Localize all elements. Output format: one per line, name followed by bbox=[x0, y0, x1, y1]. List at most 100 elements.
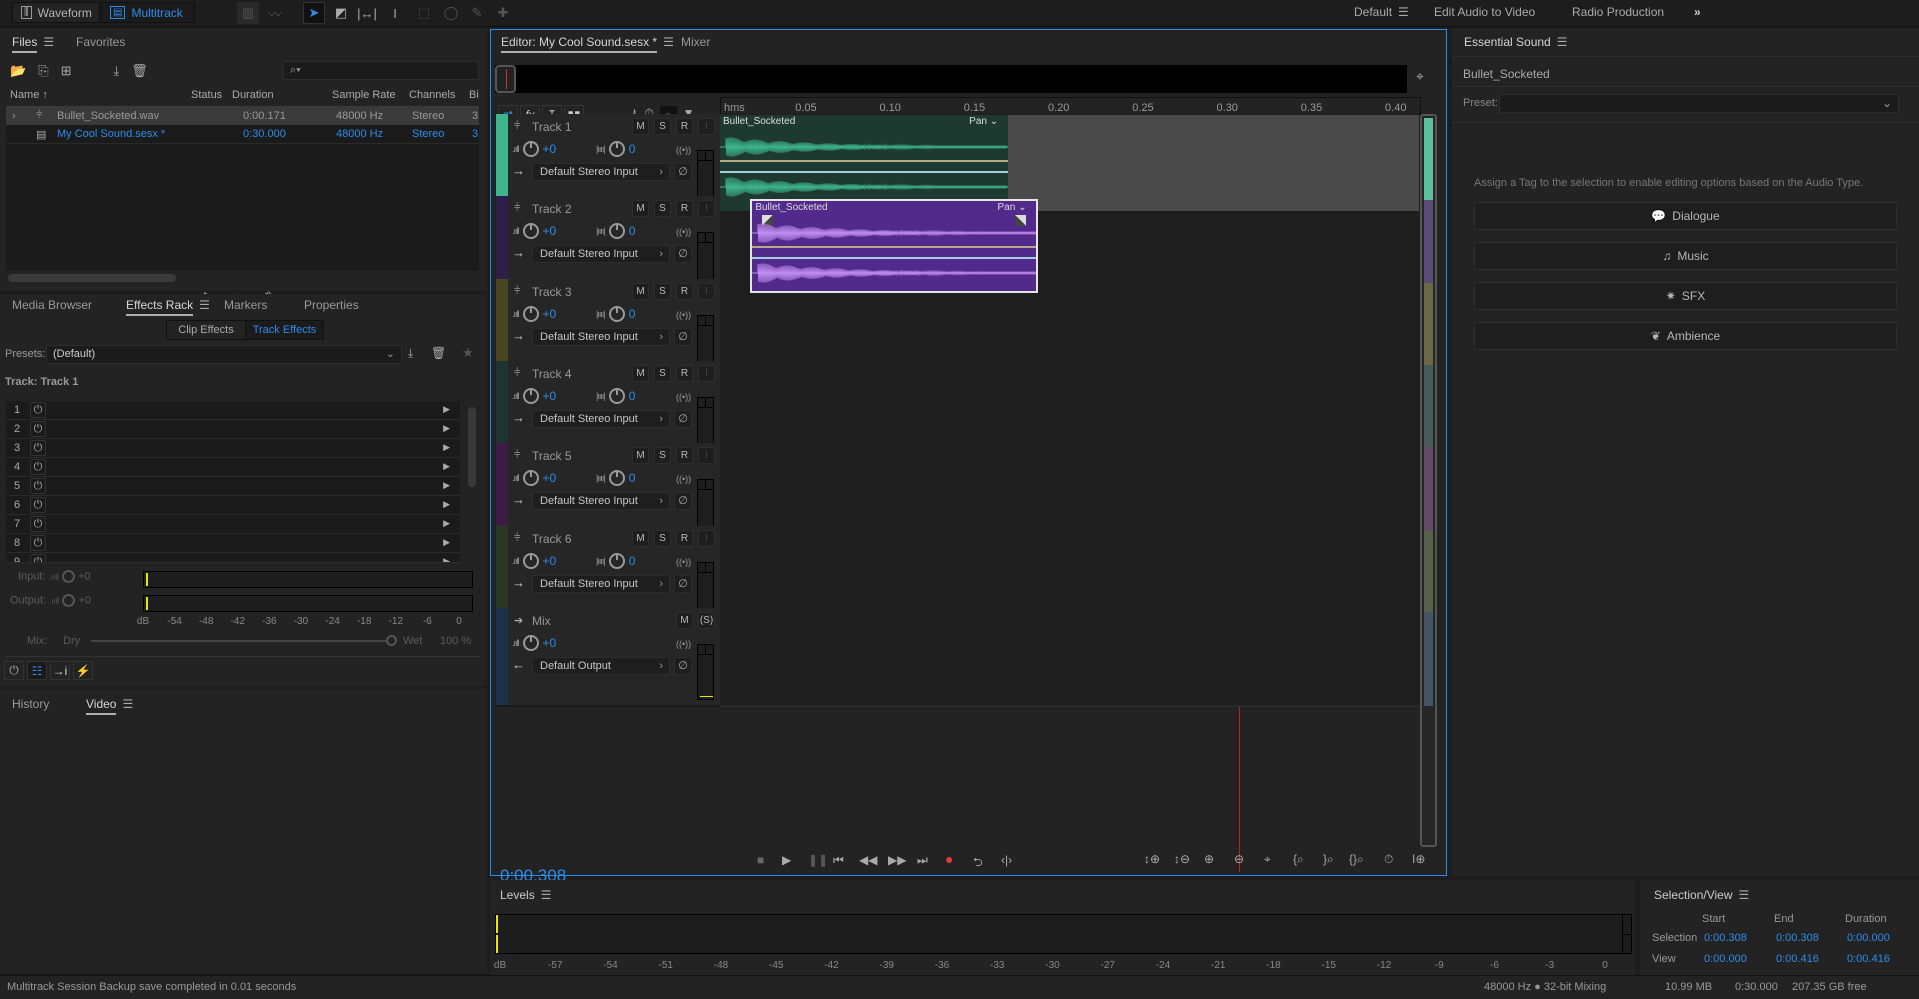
mix-slider-handle[interactable] bbox=[386, 635, 397, 646]
stop-icon[interactable]: ■ bbox=[757, 853, 764, 867]
zoom-out-amplitude-icon[interactable]: ↕⊖ bbox=[1174, 852, 1190, 866]
favorite-star-icon[interactable]: ★ bbox=[462, 345, 474, 361]
effect-slot[interactable]: 7 ⏻ ▶ bbox=[6, 515, 460, 534]
mute-button[interactable]: M bbox=[632, 118, 649, 135]
volume-knob[interactable] bbox=[522, 223, 539, 239]
power-icon[interactable]: ⏻ bbox=[30, 421, 46, 437]
track-name[interactable]: Track 5 bbox=[532, 449, 572, 463]
slip-tool-icon[interactable]: |↔| bbox=[356, 2, 378, 24]
tab-markers[interactable]: Markers bbox=[224, 298, 267, 312]
tab-mixer[interactable]: Mixer bbox=[681, 35, 710, 49]
zoom-out-time-icon[interactable]: ⊖ bbox=[1234, 852, 1244, 866]
waveform-mode-button[interactable]: ⫼ Waveform bbox=[12, 2, 100, 23]
overview-view-handle[interactable] bbox=[495, 65, 516, 93]
power-all-icon[interactable]: ⏻ bbox=[4, 661, 24, 680]
pan-value[interactable]: 0 bbox=[629, 554, 636, 568]
power-icon[interactable]: ⏻ bbox=[30, 497, 46, 513]
input-select[interactable]: Default Stereo Input › bbox=[532, 245, 670, 263]
phase-invert-icon[interactable]: ∅ bbox=[674, 492, 692, 510]
file-row[interactable]: ▤ My Cool Sound.sesx * 0:30.000 48000 Hz… bbox=[6, 125, 479, 144]
track-name[interactable]: Track 2 bbox=[532, 202, 572, 216]
volume-value[interactable]: +0 bbox=[543, 554, 557, 568]
menu-icon[interactable]: ☰ bbox=[43, 35, 54, 49]
show-effects-list-icon[interactable]: ☷ bbox=[27, 661, 47, 680]
track-name[interactable]: Track 1 bbox=[532, 120, 572, 134]
tab-history[interactable]: History bbox=[12, 697, 49, 711]
menu-icon[interactable]: ☰ bbox=[663, 35, 674, 49]
mix-slider[interactable] bbox=[91, 635, 397, 646]
mute-button[interactable]: M bbox=[632, 530, 649, 547]
workspace-radio-production[interactable]: Radio Production bbox=[1572, 5, 1664, 19]
effect-slot[interactable]: 8 ⏻ ▶ bbox=[6, 534, 460, 553]
rewind-icon[interactable]: ◀◀ bbox=[859, 853, 877, 867]
track-lane[interactable] bbox=[720, 608, 1420, 707]
zoom-to-tracks-icon[interactable]: I⊕ bbox=[1412, 852, 1425, 866]
slot-menu-arrow-icon[interactable]: ▶ bbox=[443, 461, 450, 472]
pan-knob[interactable] bbox=[608, 470, 625, 486]
sfx-tag-button[interactable]: ✷ SFX bbox=[1474, 282, 1897, 310]
menu-icon[interactable]: ☰ bbox=[1739, 888, 1750, 902]
pan-knob[interactable] bbox=[608, 223, 625, 239]
volume-value[interactable]: +0 bbox=[543, 471, 557, 485]
effect-slot[interactable]: 1 ⏻ ▶ bbox=[6, 401, 460, 420]
power-icon[interactable]: ⏻ bbox=[30, 535, 46, 551]
column-channels[interactable]: Channels bbox=[409, 89, 455, 101]
tab-properties[interactable]: Properties bbox=[304, 298, 359, 312]
record-arm-button[interactable]: R bbox=[676, 447, 693, 464]
lasso-tool-icon[interactable]: ◯ bbox=[440, 2, 462, 24]
phase-invert-icon[interactable]: ∅ bbox=[674, 410, 692, 428]
slot-menu-arrow-icon[interactable]: ▶ bbox=[443, 480, 450, 491]
pan-value[interactable]: 0 bbox=[629, 389, 636, 403]
column-bits[interactable]: Bi bbox=[469, 89, 479, 101]
power-icon[interactable]: ⏻ bbox=[30, 516, 46, 532]
menu-icon[interactable]: ☰ bbox=[122, 697, 133, 711]
monitor-input-button[interactable]: I bbox=[698, 530, 715, 547]
view-start[interactable]: 0:00.000 bbox=[1704, 953, 1747, 965]
record-arm-button[interactable]: R bbox=[676, 530, 693, 547]
next-icon[interactable]: ⏭ bbox=[917, 853, 928, 868]
input-select[interactable]: Default Stereo Input › bbox=[532, 410, 670, 428]
zoom-in-time-icon[interactable]: ⊕ bbox=[1204, 852, 1214, 866]
fast-forward-icon[interactable]: ▶▶ bbox=[888, 853, 906, 867]
volume-value[interactable]: +0 bbox=[543, 142, 557, 156]
mute-button[interactable]: M bbox=[676, 612, 693, 629]
phase-invert-icon[interactable]: ∅ bbox=[674, 575, 692, 593]
zoom-selection-out-icon[interactable]: }⌕ bbox=[1323, 852, 1334, 867]
solo-button[interactable]: S bbox=[654, 365, 671, 382]
menu-icon[interactable]: ☰ bbox=[1557, 35, 1568, 49]
view-end[interactable]: 0:00.416 bbox=[1776, 953, 1819, 965]
phase-invert-icon[interactable]: ∅ bbox=[674, 163, 692, 181]
phase-invert-icon[interactable]: ∅ bbox=[674, 328, 692, 346]
selection-view-title[interactable]: Selection/View ☰ bbox=[1654, 888, 1749, 902]
zoom-out-full-both-icon[interactable]: ⌖ bbox=[1264, 852, 1271, 867]
column-sample-rate[interactable]: Sample Rate bbox=[332, 89, 396, 101]
pan-value[interactable]: 0 bbox=[629, 142, 636, 156]
view-duration[interactable]: 0:00.416 bbox=[1847, 953, 1890, 965]
tab-video[interactable]: Video ☰ bbox=[86, 697, 133, 715]
clip-effects-tab[interactable]: Clip Effects bbox=[167, 321, 245, 339]
levels-title[interactable]: Levels ☰ bbox=[500, 888, 551, 902]
brush-tool-icon[interactable]: ✎ bbox=[466, 2, 488, 24]
solo-button[interactable]: S bbox=[654, 530, 671, 547]
pan-knob[interactable] bbox=[608, 141, 625, 157]
solo-button[interactable]: (S) bbox=[698, 612, 715, 629]
zoom-out-full-icon[interactable]: ⌖ bbox=[1416, 68, 1424, 85]
menu-icon[interactable]: ☰ bbox=[1398, 5, 1409, 19]
record-arm-button[interactable]: R bbox=[676, 283, 693, 300]
tab-editor[interactable]: Editor: My Cool Sound.sesx * ☰ bbox=[501, 35, 674, 53]
play-icon[interactable]: ▶ bbox=[782, 853, 791, 867]
save-preset-icon[interactable]: ⤓ bbox=[408, 346, 413, 361]
solo-button[interactable]: S bbox=[654, 283, 671, 300]
workspace-default[interactable]: Default ☰ bbox=[1354, 5, 1409, 19]
file-row[interactable]: › ⫩ Bullet_Socketed.wav 0:00.171 48000 H… bbox=[6, 106, 479, 125]
insert-into-multitrack-icon[interactable]: ⤓ bbox=[114, 63, 120, 79]
volume-knob[interactable] bbox=[522, 306, 539, 322]
open-file-icon[interactable]: 📂 bbox=[10, 63, 26, 79]
pause-icon[interactable]: ❚❚ bbox=[808, 853, 828, 867]
monitor-input-button[interactable]: I bbox=[698, 447, 715, 464]
pan-value[interactable]: 0 bbox=[629, 307, 636, 321]
output-select[interactable]: Default Output › bbox=[532, 657, 670, 675]
monitor-input-button[interactable]: I bbox=[698, 365, 715, 382]
spectral-frequency-icon[interactable]: ▥ bbox=[237, 2, 259, 24]
volume-knob[interactable] bbox=[522, 635, 539, 651]
